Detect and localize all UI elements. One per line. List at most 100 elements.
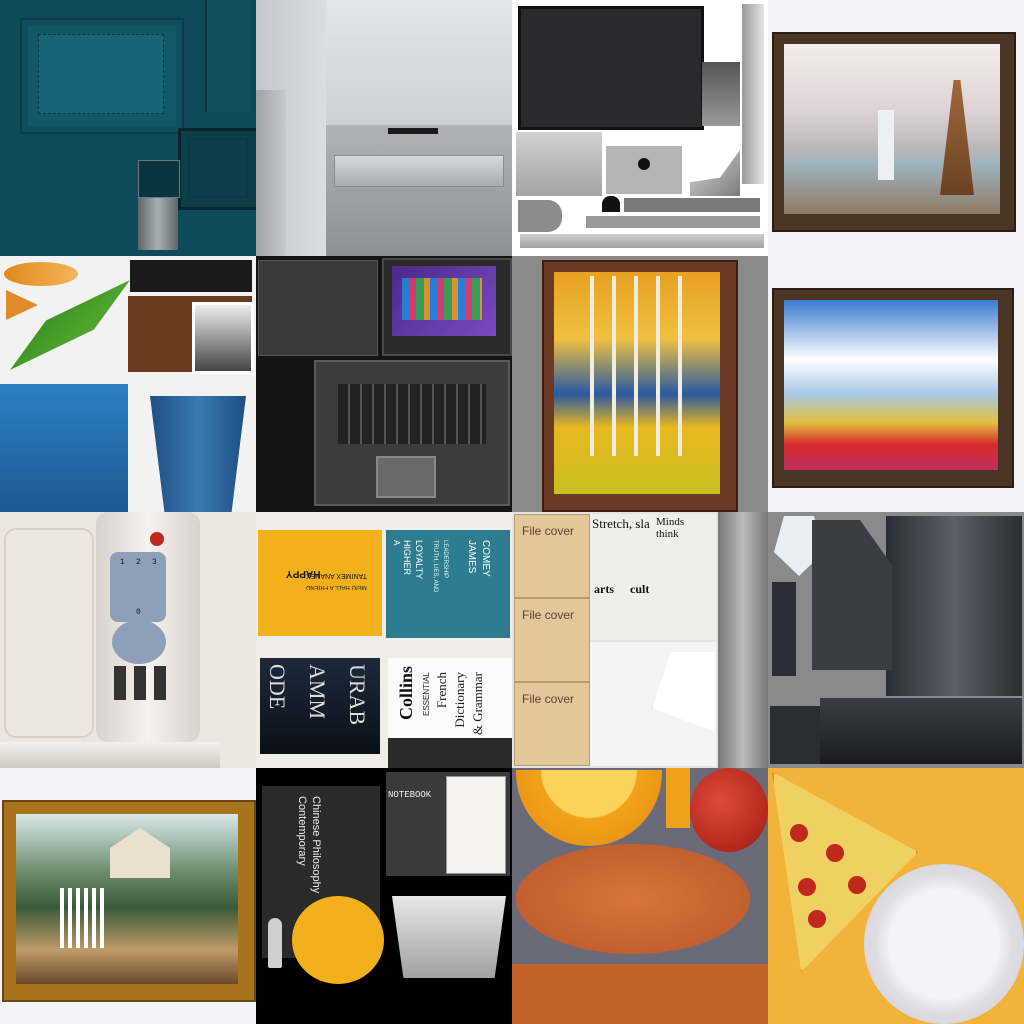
metal-base bbox=[820, 698, 1022, 764]
photo-frame-picture bbox=[192, 302, 254, 374]
framed-painting-birches bbox=[512, 256, 768, 512]
cup-top bbox=[392, 896, 506, 978]
newspaper-section-left: arts bbox=[594, 582, 614, 596]
blue-book-col-2: TRUTH, LIES, AND LEADERSHIP bbox=[430, 540, 456, 630]
monitor-button bbox=[638, 158, 650, 170]
pepperoni-3 bbox=[798, 878, 816, 896]
monitor-screen bbox=[518, 6, 704, 130]
monitor-back bbox=[702, 62, 740, 126]
pepperoni-5 bbox=[808, 910, 826, 928]
newspaper-page bbox=[590, 514, 716, 640]
spoon bbox=[268, 918, 282, 968]
remote-power-button bbox=[150, 532, 164, 546]
fridge-texture bbox=[256, 0, 512, 256]
monitor-stand bbox=[690, 150, 740, 196]
collins-line-4: & Grammar bbox=[470, 672, 485, 736]
notebook-page bbox=[446, 776, 506, 874]
monitor-base-center bbox=[606, 146, 682, 194]
remote-panel-left bbox=[4, 528, 94, 738]
keypad-label-1: 1 bbox=[120, 558, 125, 567]
yellow-book-line-3: MEIG HALL A FRIEND bbox=[306, 584, 367, 590]
monitor-bar-3 bbox=[520, 234, 764, 248]
cabinet-hinge bbox=[138, 198, 178, 250]
white-gate bbox=[60, 888, 106, 948]
teal-cabinet-texture bbox=[0, 0, 256, 256]
blue-book-sub-2: LEADERSHIP bbox=[442, 540, 448, 579]
food-texture-b bbox=[768, 768, 1024, 1024]
blue-book-author-1: JAMES bbox=[466, 540, 477, 574]
fridge-body-panel bbox=[326, 125, 512, 256]
collins-brand: Collins bbox=[396, 666, 416, 721]
blue-book-sub-1: TRUTH, LIES, AND bbox=[432, 540, 438, 593]
framed-painting-field bbox=[768, 256, 1024, 512]
keypad-label-2: 2 bbox=[136, 558, 141, 567]
orange-peel bbox=[666, 768, 690, 828]
keypad-label-0: 0 bbox=[136, 608, 141, 617]
yellow-plate bbox=[292, 896, 384, 984]
bread-crust bbox=[512, 964, 768, 1024]
newspaper-column-header: Minds think bbox=[656, 516, 685, 540]
laptop-lid-back bbox=[258, 260, 378, 356]
texture-atlas: 1 2 3 0 HAPPY TANIMEX ANANEX MEIG HALL A… bbox=[0, 0, 1024, 1024]
dark-book-letters-3: URAB bbox=[345, 664, 370, 726]
pepperoni-2 bbox=[826, 844, 844, 862]
painting-canvas bbox=[784, 300, 998, 470]
photo-frame-black bbox=[130, 260, 252, 292]
food-texture-a bbox=[512, 768, 768, 1024]
monitor-foot bbox=[518, 200, 562, 232]
books-texture-b: Contemporary Chinese Philosophy NOTEBOOK bbox=[256, 768, 512, 1024]
collins-line-3: Dictionary bbox=[452, 672, 467, 728]
fridge-side bbox=[256, 90, 286, 256]
laptop-texture bbox=[256, 256, 512, 512]
orange-petal bbox=[6, 290, 38, 320]
birch-trunks bbox=[572, 276, 692, 456]
keypad-label-3: 3 bbox=[152, 558, 157, 567]
file-cover-3-label: File cover bbox=[522, 692, 575, 706]
monitor-led bbox=[602, 196, 620, 212]
apple bbox=[690, 768, 768, 852]
monitor-bar-2 bbox=[586, 216, 760, 228]
windows-tiles bbox=[402, 278, 482, 320]
blue-vase-left bbox=[0, 384, 128, 512]
orange-slice bbox=[516, 770, 662, 846]
newspaper-section-right: cult bbox=[630, 582, 650, 596]
painting-waterfall bbox=[878, 110, 894, 180]
blue-book-col-1: A HIGHER LOYALTY bbox=[388, 540, 428, 630]
blue-vase-right bbox=[150, 396, 246, 512]
monitor-texture bbox=[512, 0, 768, 256]
monitor-base-left bbox=[516, 132, 602, 196]
collins-line-1: ESSENTIAL bbox=[422, 672, 431, 717]
remote-dpad bbox=[112, 620, 166, 664]
bread-loaf bbox=[516, 844, 750, 954]
yellow-book bbox=[258, 530, 382, 636]
dark-book-letters-1: ODE bbox=[265, 664, 290, 710]
blue-book-word-higher: HIGHER bbox=[402, 540, 412, 576]
fridge-top-panel bbox=[326, 0, 512, 125]
cabinet-handle bbox=[138, 160, 180, 198]
file-cover-1-label: File cover bbox=[522, 524, 575, 538]
philosophy-title-2: Chinese Philosophy bbox=[310, 796, 322, 894]
monitor-side bbox=[742, 4, 764, 184]
blue-book-word-loyalty: LOYALTY bbox=[414, 540, 424, 580]
blue-book-col-3: JAMES COMEY bbox=[462, 540, 502, 630]
yellow-book-line-2: TANIMEX ANANEX bbox=[306, 572, 367, 579]
metal-strip bbox=[718, 512, 768, 768]
file-cover-2-label: File cover bbox=[522, 608, 575, 622]
files-newspaper-texture: File cover File cover File cover Stretch… bbox=[512, 512, 768, 768]
notebook-label: NOTEBOOK bbox=[388, 790, 432, 800]
fridge-display bbox=[388, 128, 438, 134]
green-leaf bbox=[10, 280, 130, 370]
pepperoni-1 bbox=[790, 824, 808, 842]
blue-book-author-2: COMEY bbox=[480, 540, 491, 577]
framed-painting-mountains bbox=[768, 0, 1024, 256]
philosophy-title-1: Contemporary bbox=[296, 796, 308, 866]
newspaper-headline: Stretch, sla bbox=[592, 516, 650, 531]
books-texture-a: HAPPY TANIMEX ANANEX MEIG HALL A FRIEND … bbox=[256, 512, 512, 768]
fridge-handle bbox=[334, 155, 504, 187]
cabinet-door-inset bbox=[188, 138, 248, 198]
cabinet-panel-inner bbox=[38, 34, 164, 114]
dark-metal-texture bbox=[768, 512, 1024, 768]
laptop-keyboard bbox=[338, 384, 486, 444]
metal-strip-small bbox=[772, 582, 796, 676]
metal-body-large bbox=[886, 516, 1022, 696]
